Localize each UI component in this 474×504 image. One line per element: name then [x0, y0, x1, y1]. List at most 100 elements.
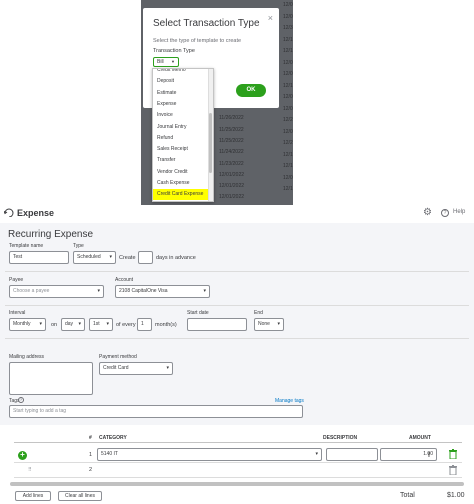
add-lines-button[interactable]: Add lines	[15, 491, 51, 501]
col-header-amount: AMOUNT	[409, 435, 431, 441]
type-label: Type	[73, 243, 84, 249]
category-value: 5140 IT	[101, 451, 118, 457]
account-label: Account	[115, 277, 134, 283]
dropdown-item[interactable]: Sales Receipt	[153, 144, 209, 155]
background-date: 12/0	[283, 13, 293, 20]
description-input[interactable]	[326, 448, 378, 461]
start-date-input[interactable]	[187, 318, 247, 331]
dropdown-item[interactable]: Invoice	[153, 110, 209, 121]
trash-icon[interactable]	[449, 465, 457, 476]
create-days-input[interactable]	[138, 251, 153, 264]
trash-icon[interactable]	[449, 449, 457, 460]
days-in-advance-label: days in advance	[156, 255, 196, 261]
background-date: 12/0	[283, 59, 293, 66]
gear-icon[interactable]: ⚙	[423, 207, 432, 218]
dropdown-item[interactable]: Transfer	[153, 155, 209, 166]
modal-description: Select the type of template to create	[153, 38, 242, 44]
background-date: 12/1	[283, 82, 293, 89]
clear-all-lines-button[interactable]: Clear all lines	[58, 491, 102, 501]
background-date: 11/26/2022	[219, 115, 244, 122]
end-select[interactable]: None ▾	[254, 318, 284, 331]
dropdown-item[interactable]: Journal Entry	[153, 122, 209, 133]
template-name-input[interactable]: Test	[9, 251, 69, 264]
row-divider	[14, 462, 462, 463]
caret-down-icon: ▾	[315, 451, 318, 457]
start-date-label: Start date	[187, 310, 209, 316]
table-header	[14, 433, 462, 443]
dropdown-item[interactable]: Credit Memo	[153, 69, 209, 76]
background-date: 11/25/2022	[219, 126, 244, 133]
day-select[interactable]: day ▾	[61, 318, 85, 331]
background-date: 12/2	[283, 140, 293, 146]
ok-button[interactable]: OK	[236, 84, 266, 97]
info-icon[interactable]: ?	[18, 397, 24, 403]
page-title: Expense	[17, 208, 55, 218]
background-date: 12/1	[283, 36, 293, 43]
dropdown-item[interactable]: Vendor Credit	[153, 167, 209, 178]
ordinal-select[interactable]: 1st ▾	[89, 318, 113, 331]
dropdown-item[interactable]: Estimate	[153, 88, 209, 99]
dropdown-item[interactable]: Expense	[153, 99, 209, 110]
dropdown-item[interactable]: Refund	[153, 133, 209, 144]
row-divider	[14, 477, 462, 478]
help-link[interactable]: Help	[453, 209, 465, 215]
months-input[interactable]: 1	[137, 318, 152, 331]
dropdown-item[interactable]: Credit Card Expense	[153, 189, 209, 201]
modal-title: Select Transaction Type	[153, 18, 260, 29]
caret-down-icon: ▼	[171, 59, 175, 64]
divider	[5, 305, 469, 306]
caret-down-icon: ▾	[97, 288, 100, 294]
tags-input[interactable]: Start typing to add a tag	[9, 405, 303, 418]
background-date: 12/01/2022	[219, 171, 245, 178]
help-icon[interactable]: ?	[441, 209, 449, 217]
payment-method-select[interactable]: Credit Card ▾	[99, 362, 173, 375]
create-label: Create	[119, 255, 136, 261]
mailing-address-label: Mailing address	[9, 354, 45, 360]
col-header-category: CATEGORY	[99, 435, 127, 441]
transaction-type-value: Bill	[157, 59, 164, 65]
caret-down-icon: ▾	[106, 321, 109, 327]
ordinal-value: 1st	[93, 321, 100, 327]
background-date: 12/1	[283, 151, 293, 158]
background-date: 11/23/2022	[219, 160, 244, 167]
col-header-description: DESCRIPTION	[323, 435, 358, 441]
caret-down-icon: ▾	[109, 254, 112, 260]
close-icon[interactable]: ×	[268, 13, 273, 23]
manage-tags-link[interactable]: Manage tags	[275, 398, 304, 404]
caret-down-icon: ▾	[203, 288, 206, 294]
caret-down-icon: ▾	[166, 365, 169, 371]
caret-down-icon: ▾	[39, 321, 42, 327]
transaction-type-dropdown[interactable]: Credit Memo Deposit Estimate Expense Invoice…	[152, 68, 214, 202]
transaction-type-select[interactable]: Bill ▼	[153, 57, 179, 67]
payee-select[interactable]: Choose a payee ▾	[9, 285, 104, 298]
horizontal-scrollbar[interactable]	[10, 482, 464, 486]
text-cursor-icon: I	[428, 452, 430, 459]
dropdown-scroll-thumb[interactable]	[209, 113, 212, 173]
interval-label: Interval	[9, 310, 26, 316]
account-select[interactable]: 2108 CapitalOne Visa ▾	[115, 285, 210, 298]
mailing-address-textarea[interactable]	[9, 362, 93, 395]
background-date: 12/0	[283, 128, 293, 135]
caret-down-icon: ▾	[78, 321, 81, 327]
account-value: 2108 CapitalOne Visa	[119, 288, 168, 294]
type-select[interactable]: Scheduled ▾	[73, 251, 116, 264]
dropdown-scrollbar[interactable]	[208, 69, 213, 201]
total-label: Total	[400, 492, 415, 499]
interval-select[interactable]: Monthly ▾	[9, 318, 46, 331]
drag-handle-icon[interactable]: ⠿	[28, 467, 32, 473]
add-line-icon[interactable]: +	[18, 451, 27, 460]
background-date: 12/1	[283, 186, 293, 192]
transaction-type-label: Transaction Type	[153, 48, 195, 54]
day-value: day	[65, 321, 74, 327]
end-value: None	[258, 321, 270, 327]
background-date: 12/01/2022	[219, 194, 245, 201]
background-date: 12/0	[283, 2, 293, 8]
dropdown-item[interactable]: Cash Expense	[153, 178, 209, 189]
category-select[interactable]: 5140 IT ▾	[97, 448, 322, 461]
col-header-num: #	[89, 435, 92, 441]
background-date: 11/25/2022	[219, 137, 244, 144]
dropdown-item[interactable]: Deposit	[153, 76, 209, 87]
end-label: End	[254, 310, 263, 316]
type-value: Scheduled	[77, 254, 101, 260]
row-number: 1	[89, 452, 93, 458]
